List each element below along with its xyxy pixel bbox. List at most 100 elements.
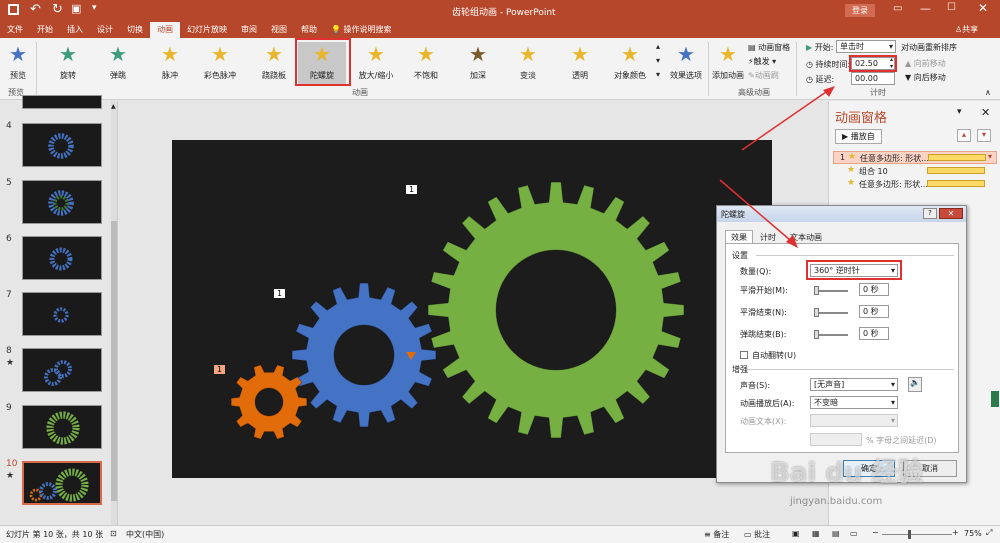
comments-button[interactable]: ▭ 批注 [744, 529, 770, 540]
help-icon[interactable]: ? [923, 208, 937, 219]
effect-10-button[interactable]: ★ 变淡 [504, 42, 552, 84]
close-pane-icon[interactable]: ✕ [981, 106, 990, 119]
minimize-icon[interactable]: — [920, 2, 931, 15]
dialog-close-icon[interactable]: ✕ [939, 208, 963, 219]
timeline-bar[interactable] [928, 154, 986, 161]
after-animation-select[interactable]: 不变暗 ▾ [810, 396, 898, 409]
letter-delay-input[interactable] [810, 433, 862, 446]
add-animation-button[interactable]: ★ 添加动画 [710, 42, 746, 84]
animation-tag-selected[interactable]: 1 [214, 365, 226, 374]
tab-help[interactable]: 帮助 [294, 22, 324, 38]
smooth-end-input[interactable]: 0 秒 [859, 305, 889, 318]
bounce-end-input[interactable]: 0 秒 [859, 327, 889, 340]
zoom-level[interactable]: 75% [964, 529, 982, 538]
slide-thumbnail[interactable] [22, 405, 102, 449]
sound-select[interactable]: [无声音] ▾ [810, 378, 898, 391]
scroll-up-icon[interactable]: ▲ [111, 103, 116, 110]
effect-12-button[interactable]: ★ 对象颜色 [606, 42, 654, 84]
move-later-button[interactable]: ▼ 向后移动 [905, 72, 946, 83]
effect-options-button[interactable]: ★ 效果选项 [666, 42, 706, 84]
green-gear[interactable] [427, 181, 685, 439]
animation-tag[interactable]: 1 [406, 185, 418, 194]
reading-view-icon[interactable]: ▤ [832, 529, 840, 538]
tab-view[interactable]: 视图 [264, 22, 294, 38]
redo-icon[interactable]: ↻ [52, 2, 63, 17]
play-from-button[interactable]: ▶ 播放自 [835, 129, 882, 144]
notes-button[interactable]: ≡ 备注 [704, 529, 729, 540]
zoom-in-icon[interactable]: + [952, 528, 959, 537]
effect-7-button[interactable]: ★ 放大/缩小 [352, 42, 400, 84]
normal-view-icon[interactable]: ▣ [792, 529, 800, 538]
smooth-start-input[interactable]: 0 秒 [859, 283, 889, 296]
save-icon[interactable] [8, 4, 19, 15]
start-select[interactable]: 单击时 ▾ [836, 40, 896, 53]
animation-tag[interactable]: 1 [274, 289, 286, 298]
move-earlier-button[interactable]: ▲ 向前移动 [905, 58, 946, 69]
animation-pane-button[interactable]: ▤ 动画窗格 [748, 42, 790, 53]
effect-5-button[interactable]: ★ 跷跷板 [250, 42, 298, 84]
orange-gear[interactable] [230, 364, 308, 440]
tab-effect[interactable]: 效果 [725, 230, 753, 244]
tell-me-search[interactable]: 💡 操作说明搜索 [324, 22, 399, 38]
tab-animations[interactable]: 动画 [150, 22, 180, 38]
tab-home[interactable]: 开始 [30, 22, 60, 38]
speaker-icon[interactable]: 🔈 [908, 377, 922, 392]
scrollbar[interactable]: ▲ [111, 101, 117, 525]
gallery-more-icon[interactable]: ▾ [656, 70, 660, 79]
slide-thumbnail[interactable] [22, 348, 102, 392]
bounce-end-slider[interactable] [814, 334, 848, 336]
slide-thumbnail[interactable] [22, 123, 102, 167]
undo-icon[interactable]: ↶ [30, 2, 41, 17]
close-icon[interactable]: ✕ [978, 1, 988, 15]
zoom-out-icon[interactable]: − [872, 528, 879, 537]
move-up-icon[interactable]: ▴ [957, 129, 971, 142]
item-dropdown-icon[interactable]: ▾ [988, 152, 992, 161]
language[interactable]: 中文(中国) [126, 529, 164, 540]
slider-knob[interactable] [814, 286, 819, 295]
login-button[interactable]: 登录 [845, 4, 875, 17]
gallery-up-icon[interactable]: ▴ [656, 42, 660, 51]
slide-thumbnail-partial[interactable] [22, 95, 102, 109]
dropdown-icon[interactable]: ▾ [92, 3, 97, 13]
slide-thumbnail[interactable] [22, 180, 102, 224]
scrollbar-thumb[interactable] [111, 221, 117, 501]
smooth-start-slider[interactable] [814, 290, 848, 292]
share-button[interactable]: ♙共享 [955, 24, 978, 35]
tab-transitions[interactable]: 切换 [120, 22, 150, 38]
animate-text-select[interactable]: ▾ [810, 414, 898, 427]
slider-knob[interactable] [814, 308, 819, 317]
slide-thumbnail[interactable] [22, 461, 102, 505]
effect-8-button[interactable]: ★ 不饱和 [402, 42, 450, 84]
present-icon[interactable]: ▣ [71, 2, 81, 15]
timeline-bar[interactable] [927, 167, 985, 174]
slideshow-view-icon[interactable]: ▭ [850, 529, 858, 538]
slide-thumbnail[interactable] [22, 292, 102, 336]
zoom-slider-knob[interactable] [908, 530, 911, 539]
zoom-slider[interactable] [882, 534, 952, 535]
delay-input[interactable]: 00.00 [851, 72, 895, 85]
fit-slide-icon[interactable]: ⤢ [986, 528, 992, 538]
animation-painter-button[interactable]: ✎动画刷 [748, 70, 779, 81]
spellcheck-icon[interactable]: ⊡ [110, 529, 117, 538]
pane-options-icon[interactable]: ▾ [957, 107, 962, 117]
effect-11-button[interactable]: ★ 透明 [556, 42, 604, 84]
animation-list-item-selected[interactable]: 1 ★ 任意多边形: 形状... ▾ [833, 151, 997, 164]
slide[interactable]: 1 1 1 [172, 140, 772, 478]
maximize-icon[interactable]: ☐ [947, 2, 956, 13]
tab-file[interactable]: 文件 [0, 22, 30, 38]
effect-3-button[interactable]: ★ 脉冲 [146, 42, 194, 84]
tab-design[interactable]: 设计 [90, 22, 120, 38]
auto-reverse-checkbox[interactable] [740, 351, 748, 359]
gallery-down-icon[interactable]: ▾ [656, 56, 660, 65]
animation-list-item[interactable]: ★ 组合 10 [833, 165, 997, 178]
ribbon-display-icon[interactable]: ▭ [893, 3, 902, 14]
effect-2-button[interactable]: ★ 弹跳 [94, 42, 142, 84]
tab-slideshow[interactable]: 幻灯片放映 [180, 22, 234, 38]
slide-thumbnail[interactable] [22, 236, 102, 280]
animation-list-item[interactable]: ★ 任意多边形: 形状... [833, 178, 997, 191]
blue-gear[interactable] [291, 282, 437, 428]
sorter-view-icon[interactable]: ▦ [812, 529, 820, 538]
trigger-button[interactable]: ⚡触发 ▾ [748, 56, 776, 67]
tab-insert[interactable]: 插入 [60, 22, 90, 38]
collapse-ribbon-icon[interactable]: ∧ [985, 88, 991, 97]
